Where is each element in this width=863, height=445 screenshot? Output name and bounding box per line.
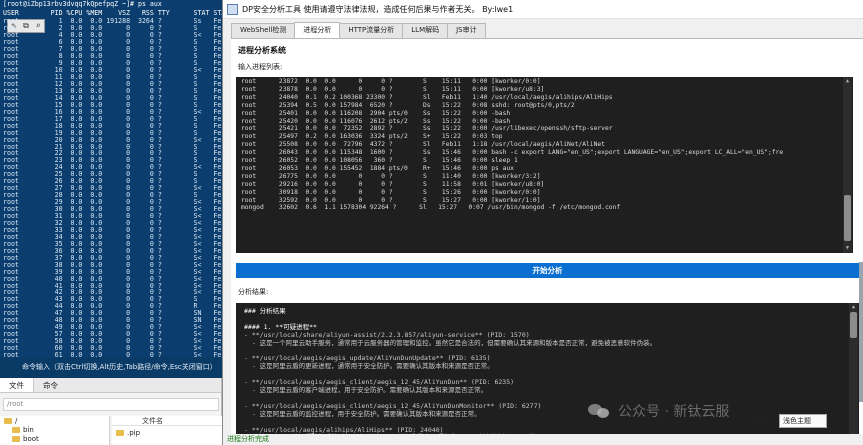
path-input[interactable]: /root — [3, 398, 219, 411]
result-line: - 这是阿里云盾的监控进程，用于安全防护。需要确认其版本和来源是否正常。 — [244, 409, 481, 418]
process-row: root 25401 0.0 0.0 116208 2904 pts/0 Ss … — [241, 109, 511, 117]
scroll-up-icon[interactable]: ▲ — [844, 78, 851, 84]
scroll-up-icon[interactable]: ▲ — [850, 304, 857, 310]
process-row: root 25508 0.0 0.0 72796 4372 ? Sl Feb11… — [241, 141, 605, 149]
process-row: root 25420 0.0 0.0 116076 2612 pts/2 Ss … — [241, 117, 511, 125]
process-row: root 26775 0.0 0.0 0 0 ? S 11:40 0:00 [k… — [241, 172, 541, 180]
terminal-output[interactable]: [root@iZbp13rbv3dvqq7kQpefpqZ ~]# ps aux… — [0, 0, 222, 357]
terminal-command-line: [root@iZbp13rbv3dvqq7kQpefpqZ ~]# ps aux — [3, 0, 162, 8]
file-list-header[interactable]: 文件名 — [112, 416, 222, 426]
list-item[interactable]: .pip — [116, 429, 140, 438]
tree-item[interactable]: / — [4, 417, 17, 426]
process-row: root 25394 0.5 0.0 157984 6520 ? Ds 15:2… — [241, 101, 575, 109]
tab-bar: WebShell检测 进程分析 HTTP流量分析 LLM解码 JS审计 — [231, 22, 486, 38]
result-line: - 这是阿里云盾的客户端进程，用于安全防护。需要确认其版本和来源是否正常。 — [244, 386, 488, 394]
process-row: root 30918 0.0 0.0 0 0 ? S 15:26 0:00 [k… — [241, 188, 541, 196]
watermark: 公众号 · 新钛云服 — [588, 399, 850, 423]
wechat-icon — [588, 403, 610, 419]
result-label: 分析结果: — [238, 288, 269, 296]
process-analysis-panel: 进程分析系统 输入进程列表: root 23872 0.0 0.0 0 0 ? … — [231, 38, 863, 445]
process-row: root 24040 0.1 0.2 100368 23300 ? Sl Feb… — [241, 93, 613, 101]
process-row: root 26053 0.0 0.0 155452 1884 pts/0 R+ … — [241, 164, 514, 172]
title-bar[interactable]: DP安全分析工具 使用请遵守法律法规，造成任何后果与作者无关。 By:lwe1 — [223, 0, 863, 19]
section-title: 进程分析系统 — [238, 46, 286, 55]
tab-js-audit[interactable]: JS审计 — [447, 23, 486, 38]
app-icon — [227, 4, 238, 15]
status-text: 进程分析完成 — [227, 435, 269, 443]
process-row: root 25421 0.0 0.0 72352 2892 ? Ss 15:22… — [241, 125, 613, 133]
result-scrollbar[interactable]: ▲ — [849, 303, 858, 441]
file-list: 文件名 .pip — [112, 416, 222, 445]
folder-icon — [4, 418, 12, 424]
start-analysis-button[interactable]: 开始分析 — [236, 263, 859, 278]
process-row: root 25497 0.2 0.0 163036 3324 pts/2 S+ … — [241, 133, 503, 141]
window-title: DP安全分析工具 使用请遵守法律法规，造成任何后果与作者无关。 By:lwe1 — [242, 5, 514, 14]
process-row: root 23872 0.0 0.0 0 0 ? S 15:11 0:00 [k… — [241, 78, 541, 85]
input-label: 输入进程列表: — [238, 63, 283, 71]
tab-commands[interactable]: 命令 — [34, 378, 67, 392]
tab-http-traffic[interactable]: HTTP流量分析 — [339, 23, 404, 38]
file-panel: 文件 命令 /root / bin boot 文件名 .pip — [0, 378, 222, 445]
status-bar: 进程分析完成 — [223, 434, 863, 445]
tab-webshell[interactable]: WebShell检测 — [231, 23, 296, 38]
tab-process-analysis[interactable]: 进程分析 — [294, 22, 341, 38]
process-row: root 26052 0.0 0.0 108056 360 ? S 15:46 … — [241, 157, 518, 164]
tab-llm-decode[interactable]: LLM解码 — [402, 23, 449, 38]
result-line: - 这是阿里云盾的更新进程，通常用于安全防护。需要确认其版本和来源是否正常。 — [244, 362, 494, 371]
command-input-bar[interactable]: 命令输入（双击Ctrl切换,Alt历史,Tab路径/命令,Esc关闭窗口） — [0, 357, 222, 378]
result-line: - 这是一个阿里云助手服务，通常用于云服务器的管理和监控。虽然它是合法的，但需要… — [244, 338, 657, 347]
process-scrollbar[interactable]: ▲ ▼ — [843, 77, 852, 253]
folder-icon — [12, 436, 20, 442]
folder-icon — [12, 427, 20, 433]
screen: [root@iZbp13rbv3dvqq7kQpefpqZ ~]# ps aux… — [0, 0, 863, 445]
scroll-thumb[interactable] — [850, 312, 857, 338]
process-row: root 32592 0.0 0.0 0 0 ? S 15:27 0:00 [k… — [241, 196, 541, 204]
window-side-scrollbar[interactable] — [859, 262, 863, 402]
tab-files[interactable]: 文件 — [0, 378, 34, 392]
folder-icon — [116, 430, 124, 436]
process-input-textarea[interactable]: root 23872 0.0 0.0 0 0 ? S 15:11 0:00 [k… — [236, 77, 853, 253]
file-panel-tabs: 文件 命令 — [0, 378, 221, 393]
process-row: root 26043 0.0 0.0 115348 1600 ? Ss 15:4… — [241, 149, 784, 157]
directory-tree: / bin boot — [0, 416, 110, 445]
tree-item[interactable]: boot — [12, 435, 39, 444]
watermark-text: 公众号 · 新钛云服 — [618, 404, 730, 420]
terminal-header-row: USER PID %CPU %MEM VSZ RSS TTY STAT STAR… — [3, 8, 222, 17]
process-row: mongod 32602 0.6 1.1 1578304 92264 ? Sl … — [241, 204, 621, 212]
tree-item[interactable]: bin — [12, 426, 34, 435]
process-row: root 29216 0.0 0.0 0 0 ? S 11:58 0:01 [k… — [241, 180, 545, 188]
scroll-down-icon[interactable]: ▼ — [844, 245, 851, 251]
result-line: ### 分析结果 — [244, 307, 286, 315]
process-row: root 23878 0.0 0.0 0 0 ? S 15:11 0:00 [k… — [241, 85, 545, 93]
app-window: DP安全分析工具 使用请遵守法律法规，造成任何后果与作者无关。 By:lwe1 … — [222, 0, 863, 445]
scroll-thumb[interactable] — [844, 195, 851, 241]
